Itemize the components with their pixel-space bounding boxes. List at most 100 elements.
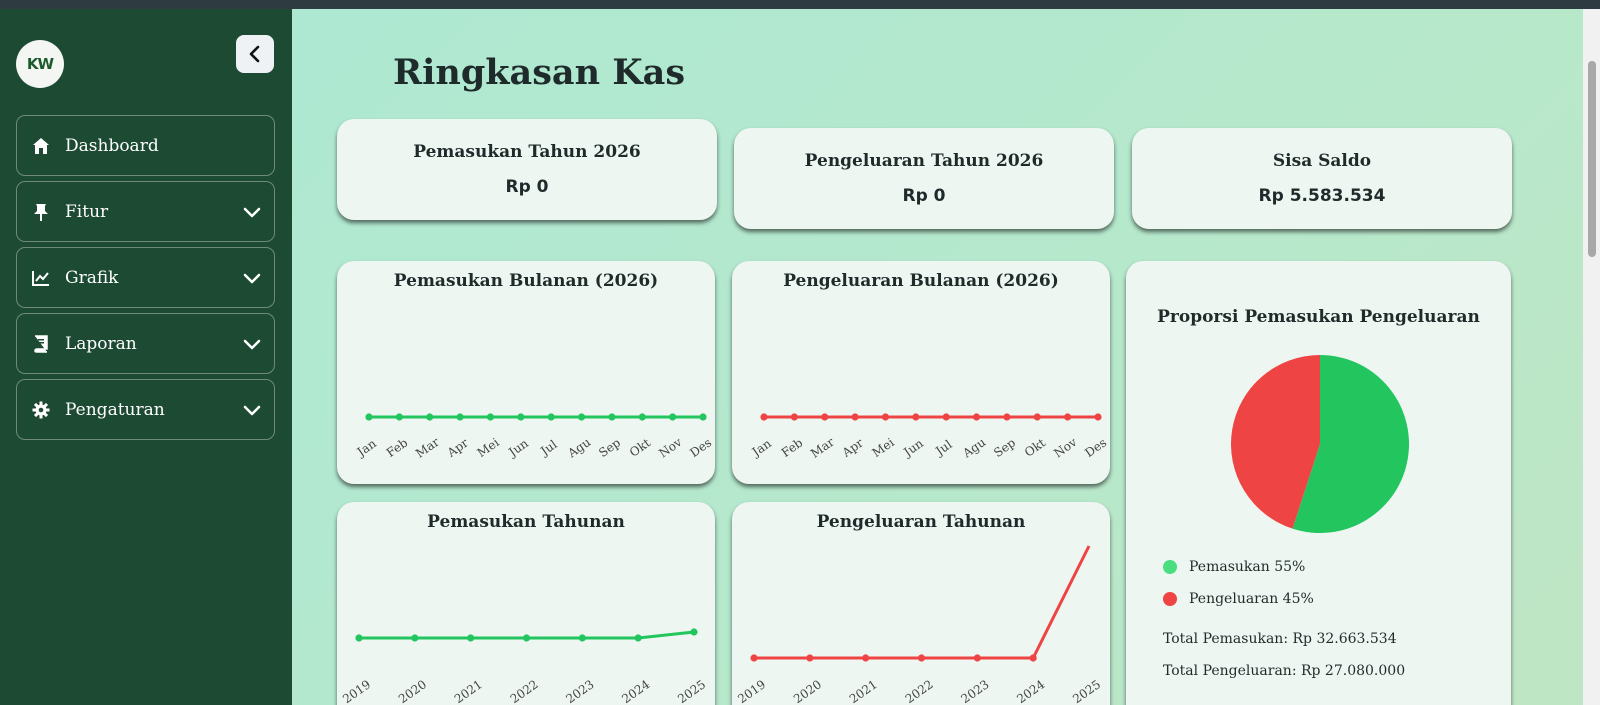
chart-title: Pengeluaran Bulanan (2026) (783, 271, 1059, 291)
chart-title: Proporsi Pemasukan Pengeluaran (1157, 307, 1480, 327)
legend-item-income: Pemasukan 55% (1163, 559, 1305, 575)
data-point (699, 413, 707, 421)
chevron-left-icon (249, 45, 260, 63)
stat-title: Sisa Saldo (1272, 151, 1372, 171)
data-point (1033, 413, 1041, 421)
stat-value: Rp 0 (902, 186, 946, 206)
data-point (608, 413, 616, 421)
data-point (942, 413, 950, 421)
data-point (760, 413, 768, 421)
sidebar-item-label: Fitur (65, 201, 109, 222)
data-point (467, 634, 475, 642)
data-point (972, 413, 981, 421)
data-point (578, 634, 586, 642)
legend-dot (1163, 592, 1177, 606)
x-tick-label: Feb (779, 435, 806, 460)
sidebar-item-pengaturan[interactable]: Pengaturan (16, 379, 275, 440)
logo-text: KW (26, 55, 54, 73)
sidebar-item-label: Dashboard (65, 135, 159, 156)
data-point (851, 413, 859, 421)
legend-label: Pemasukan 55% (1189, 559, 1306, 575)
data-point (821, 413, 829, 421)
x-tick-label: 2020 (791, 677, 824, 705)
stat-title: Pengeluaran Tahun 2026 (804, 151, 1044, 171)
x-tick-label: Feb (384, 435, 411, 460)
x-tick-label: 2024 (1014, 677, 1047, 705)
x-tick-label: 2023 (564, 677, 597, 705)
legend-item-expense: Pengeluaran 45% (1163, 591, 1314, 607)
chart-line-icon (31, 268, 51, 288)
sidebar-item-label: Grafik (65, 267, 119, 288)
data-point (1064, 413, 1072, 421)
sidebar-item-laporan[interactable]: Laporan (16, 313, 275, 374)
data-point (638, 413, 646, 421)
x-tick-label: Des (687, 435, 714, 460)
data-point (365, 413, 373, 421)
x-tick-label: Jun (900, 436, 926, 460)
stat-value: Rp 5.583.534 (1258, 186, 1386, 206)
data-point (750, 654, 758, 662)
x-tick-label: Apr (839, 436, 866, 461)
data-point (634, 634, 642, 642)
x-tick-label: Mei (870, 435, 897, 460)
scrollbar-thumb[interactable] (1588, 61, 1596, 257)
stat-card-balance: Sisa Saldo Rp 5.583.534 (1132, 128, 1512, 229)
x-tick-label: 2021 (452, 677, 485, 705)
data-point (395, 413, 403, 421)
pin-icon (31, 202, 51, 222)
x-tick-label: 2021 (847, 677, 880, 705)
data-point (426, 413, 434, 421)
x-tick-label: Agu (960, 435, 989, 461)
data-point (881, 413, 890, 421)
data-point (917, 654, 926, 662)
data-point (522, 634, 531, 642)
app-logo[interactable]: KW (16, 40, 64, 88)
home-icon (31, 136, 51, 156)
sidebar-collapse-button[interactable] (236, 35, 274, 73)
x-tick-label: Jul (932, 437, 955, 459)
data-point (411, 634, 419, 642)
sidebar-item-label: Pengaturan (65, 399, 165, 420)
data-point (547, 413, 555, 421)
x-tick-label: Nov (656, 435, 684, 461)
data-point (862, 654, 870, 662)
line-chart-svg: 2019 2020 2021 2022 2023 2024 2025 (340, 628, 708, 705)
data-point (517, 413, 525, 421)
book-icon (31, 334, 51, 354)
stat-title: Pemasukan Tahun 2026 (413, 142, 641, 162)
x-tick-label: Jul (537, 437, 560, 459)
data-point (577, 413, 586, 421)
sidebar-item-fitur[interactable]: Fitur (16, 181, 275, 242)
sidebar-item-grafik[interactable]: Grafik (16, 247, 275, 308)
x-tick-label: Sep (596, 435, 623, 460)
x-tick-label: 2024 (619, 677, 652, 705)
chart-card-monthly-expense: Jan Feb Mar Apr Mei Jun Jul Agu Sep Okt Nov Des Pen… (732, 261, 1110, 484)
data-point (790, 413, 798, 421)
stat-value: Rp 0 (505, 177, 549, 197)
data-point (1029, 654, 1037, 662)
legend-label: Pengeluaran 45% (1189, 591, 1314, 607)
data-point (806, 654, 814, 662)
x-tick-label: Mar (808, 435, 837, 461)
x-tick-label: Jan (748, 436, 774, 460)
sidebar: KW Dashboard Fitur Grafik Laporan Pengat… (0, 9, 292, 705)
chevron-down-icon (243, 339, 261, 350)
data-point (456, 413, 464, 421)
legend-dot (1163, 560, 1177, 574)
chart-title: Pengeluaran Tahunan (816, 512, 1026, 532)
data-point (1094, 413, 1102, 421)
chevron-down-icon (243, 273, 261, 284)
line-chart-svg: 2019 2020 2021 2022 2023 2024 2025 (735, 545, 1103, 705)
line-chart-svg: Jan Feb Mar Apr Mei Jun Jul Agu Sep Okt Nov Des (353, 413, 714, 461)
x-tick-label: Des (1082, 435, 1109, 460)
total-income: Total Pemasukan: Rp 32.663.534 (1163, 631, 1397, 647)
x-tick-label: 2022 (508, 677, 541, 705)
x-tick-label: 2020 (396, 677, 429, 705)
sidebar-item-label: Laporan (65, 333, 137, 354)
x-tick-label: Okt (627, 436, 653, 460)
data-point (690, 628, 698, 636)
sidebar-item-dashboard[interactable]: Dashboard (16, 115, 275, 176)
chart-card-yearly-expense: 2019 2020 2021 2022 2023 2024 2025 Pengeluaran… (732, 502, 1110, 705)
x-tick-label: Apr (444, 436, 471, 461)
total-expense: Total Pengeluaran: Rp 27.080.000 (1163, 663, 1406, 679)
